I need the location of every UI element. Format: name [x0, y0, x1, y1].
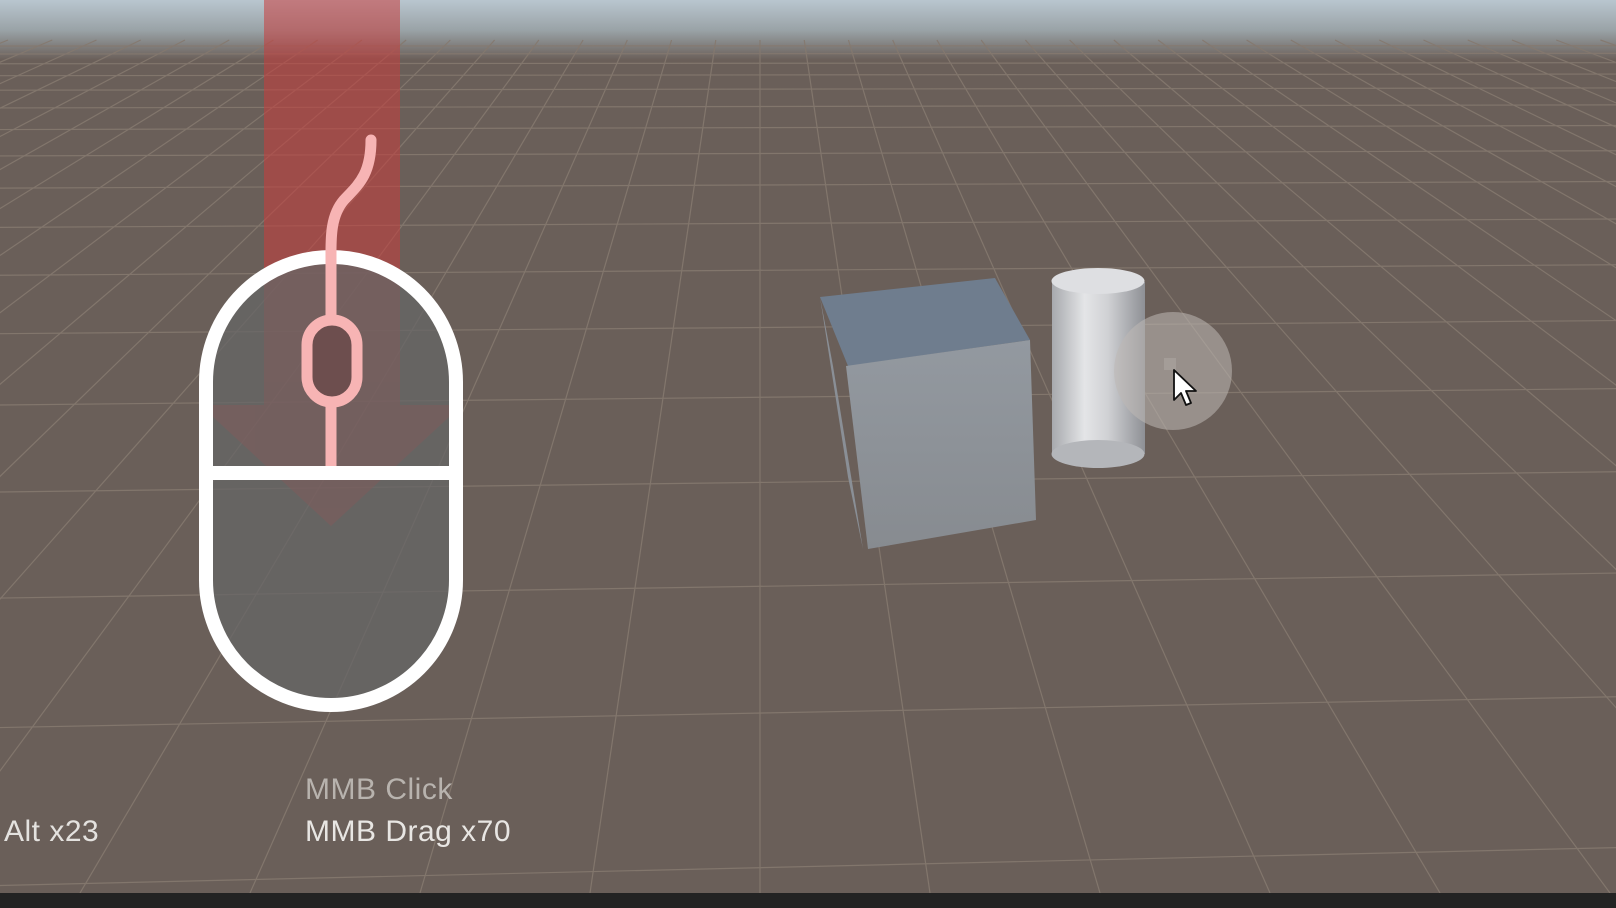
click-marker: [1164, 358, 1176, 370]
bottom-bar: [0, 893, 1616, 908]
grid-line: [0, 52, 1616, 55]
cube-front-face: [846, 340, 1036, 549]
cylinder-bottom: [1051, 440, 1145, 468]
cylinder-top: [1051, 268, 1145, 294]
sky-horizon: [0, 0, 1616, 60]
mmb-drag-indicator: MMB Drag x70: [305, 815, 512, 848]
mouse-wheel: [301, 314, 363, 408]
mmb-click-indicator: MMB Click: [305, 773, 453, 806]
scene-viewport[interactable]: Alt x23 MMB Click MMB Drag x70: [0, 0, 1616, 893]
click-highlight: [1114, 312, 1232, 430]
modifier-key-indicator: Alt x23: [4, 815, 100, 848]
